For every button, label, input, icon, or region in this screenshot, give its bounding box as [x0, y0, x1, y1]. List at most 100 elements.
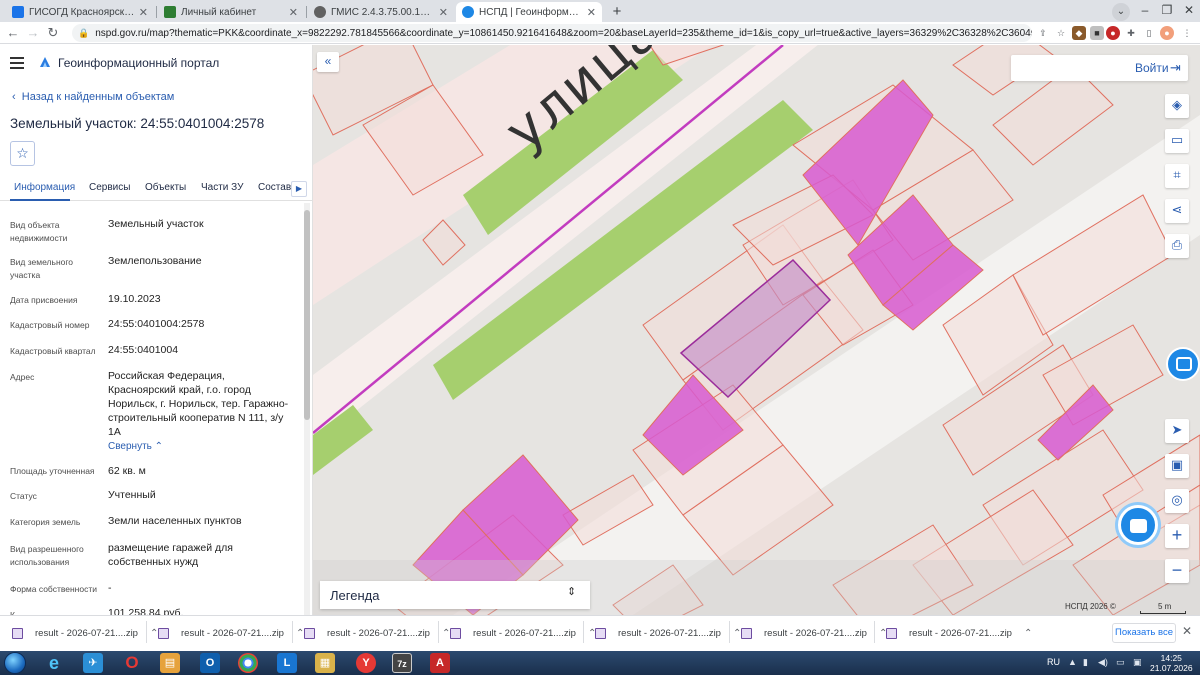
download-item[interactable]: result - 2026-07-21....zip ⌃ [304, 625, 450, 641]
7zip-icon[interactable]: 7z [392, 653, 412, 673]
internet-explorer-icon[interactable]: e [44, 653, 64, 673]
tabs-scroll-right-button[interactable]: ▶ [291, 181, 307, 197]
network-icon[interactable]: ▮ [1083, 657, 1088, 668]
collapse-address-link[interactable]: Свернуть ⌃ [108, 441, 163, 452]
address-bar[interactable]: 🔒 nspd.gov.ru/map?thematic=PKK&coordinat… [72, 24, 1032, 42]
browser-menu-icon[interactable]: ⋮ [1180, 26, 1194, 40]
feedback-button[interactable] [1166, 347, 1200, 381]
browser-tab-nspd[interactable]: НСПД | Геоинформационный п ✕ [456, 2, 602, 22]
extension-1-icon[interactable]: ◆ [1072, 26, 1086, 40]
geolocation-button[interactable]: ◎ [1165, 489, 1189, 513]
zip-file-icon [12, 627, 23, 639]
chevron-up-icon: ⌃ [154, 441, 164, 452]
print-button[interactable]: ⎙ [1165, 234, 1189, 258]
download-item[interactable]: result - 2026-07-21....zip ⌃ [12, 625, 158, 641]
profile-avatar-icon[interactable]: ● [1160, 26, 1174, 40]
extensions-puzzle-icon[interactable]: ✚ [1124, 26, 1138, 40]
chat-button[interactable] [1118, 505, 1158, 545]
locate-button[interactable]: ➤ [1165, 419, 1189, 443]
close-icon[interactable]: ✕ [139, 6, 148, 19]
bookmark-star-icon[interactable]: ☆ [1054, 26, 1068, 40]
share-page-icon[interactable]: ⇪ [1036, 26, 1050, 40]
tab-composition[interactable]: Состав [258, 182, 291, 193]
zoom-in-button[interactable]: + [1165, 524, 1189, 548]
acrobat-icon[interactable]: A [430, 653, 450, 673]
browser-tab-gmis[interactable]: ГМИС 2.4.3.75.00.10.34 ✕ [308, 2, 454, 22]
new-tab-button[interactable]: + [608, 3, 626, 21]
share-button[interactable]: ⋖ [1165, 199, 1189, 223]
collapse-panel-button[interactable]: « [317, 52, 339, 72]
field-label-area: Площадь уточненная [10, 466, 95, 476]
download-item[interactable]: result - 2026-07-21....zip ⌃ [595, 625, 741, 641]
field-value-area: 62 кв. м [108, 465, 146, 477]
extension-3-icon[interactable]: ● [1106, 26, 1120, 40]
browser-tab-gisogd[interactable]: ГИСОГД Красноярского края ✕ [6, 2, 154, 22]
scale-bar [1140, 611, 1186, 614]
share-icon: ⋖ [1171, 202, 1183, 217]
yandex-browser-icon[interactable]: Y [356, 653, 376, 673]
layers-button[interactable]: ◈ [1165, 94, 1189, 118]
browser-tab-cabinet[interactable]: Личный кабинет ✕ [158, 2, 304, 22]
lync-icon[interactable]: L [277, 653, 297, 673]
close-icon[interactable]: ✕ [289, 6, 298, 19]
favorite-star-button[interactable]: ☆ [10, 141, 35, 166]
file-manager-icon[interactable]: ▤ [160, 653, 180, 673]
volume-icon[interactable]: ◀) [1098, 657, 1108, 668]
tab-parts[interactable]: Части ЗУ [201, 182, 243, 193]
restore-button[interactable]: ❐ [1156, 0, 1178, 22]
zoom-out-button[interactable]: − [1165, 559, 1189, 583]
reload-icon[interactable]: ↻ [44, 24, 62, 42]
extension-2-icon[interactable]: ■ [1090, 26, 1104, 40]
scale-label: 5 m [1158, 602, 1172, 611]
feedback-icon [1176, 357, 1192, 371]
show-all-downloads-button[interactable]: Показать все [1112, 623, 1176, 643]
back-icon[interactable]: ← [4, 24, 22, 42]
minimize-button[interactable]: – [1134, 0, 1156, 22]
tab-objects[interactable]: Объекты [145, 182, 186, 193]
print-icon: ⎙ [1171, 237, 1183, 252]
tab-information[interactable]: Информация [14, 182, 75, 193]
hamburger-menu-icon[interactable] [10, 57, 24, 69]
language-indicator[interactable]: RU [1047, 657, 1060, 667]
battery-icon[interactable]: ▭ [1116, 657, 1125, 668]
tray-expand-icon[interactable]: ▲ [1068, 657, 1077, 667]
opera-icon[interactable]: O [122, 653, 142, 673]
download-item[interactable]: result - 2026-07-21....zip ⌃ [886, 625, 1032, 641]
geolocation-icon: ◎ [1171, 492, 1183, 507]
login-icon[interactable]: ⇥ [1170, 60, 1181, 76]
map-attribution: НСПД 2026 © [1065, 602, 1116, 611]
back-to-results-link[interactable]: ‹ Назад к найденным объектам [12, 91, 174, 103]
basemap-button[interactable]: ▣ [1165, 454, 1189, 478]
tab-services[interactable]: Сервисы [89, 182, 130, 193]
download-item[interactable]: result - 2026-07-21....zip ⌃ [158, 625, 304, 641]
legend-expand-icon[interactable]: ⇕ [567, 585, 576, 598]
folder-icon[interactable]: ▦ [315, 653, 335, 673]
field-label-cadastral-quarter: Кадастровый квартал [10, 346, 96, 356]
chrome-icon[interactable]: ● [238, 653, 258, 673]
close-window-button[interactable]: ✕ [1178, 0, 1200, 22]
telegram-icon[interactable]: ✈ [83, 653, 103, 673]
ruler-button[interactable]: ▭ [1165, 129, 1189, 153]
field-value-status: Учтенный [108, 489, 156, 501]
sidebar-icon[interactable]: ▯ [1142, 26, 1156, 40]
close-downloads-button[interactable]: ✕ [1182, 624, 1192, 638]
outlook-icon[interactable]: O [200, 653, 220, 673]
system-clock[interactable]: 14:25 21.07.2026 [1150, 653, 1193, 673]
chevron-up-icon[interactable]: ⌃ [1024, 628, 1032, 639]
close-icon[interactable]: ✕ [587, 6, 596, 19]
map-canvas[interactable]: улица Ст [313, 45, 1200, 615]
field-label-cadastral-number: Кадастровый номер [10, 320, 90, 330]
tab-search-icon[interactable]: ⌄ [1112, 3, 1130, 21]
login-label[interactable]: Войти [1135, 61, 1169, 75]
download-item[interactable]: result - 2026-07-21....zip ⌃ [450, 625, 596, 641]
panel-scrollbar-thumb[interactable] [304, 210, 310, 420]
start-button[interactable] [4, 652, 26, 674]
forward-icon[interactable]: → [24, 24, 42, 42]
download-item[interactable]: result - 2026-07-21....zip ⌃ [741, 625, 887, 641]
close-icon[interactable]: ✕ [439, 6, 448, 19]
legend-title[interactable]: Легенда [330, 588, 379, 603]
nspd-favicon-icon [462, 6, 474, 18]
select-area-button[interactable]: ⌗ [1165, 164, 1189, 188]
display-icon[interactable]: ▣ [1133, 657, 1142, 668]
field-value-cadastral-value: 101 258,84 руб. [108, 607, 184, 615]
